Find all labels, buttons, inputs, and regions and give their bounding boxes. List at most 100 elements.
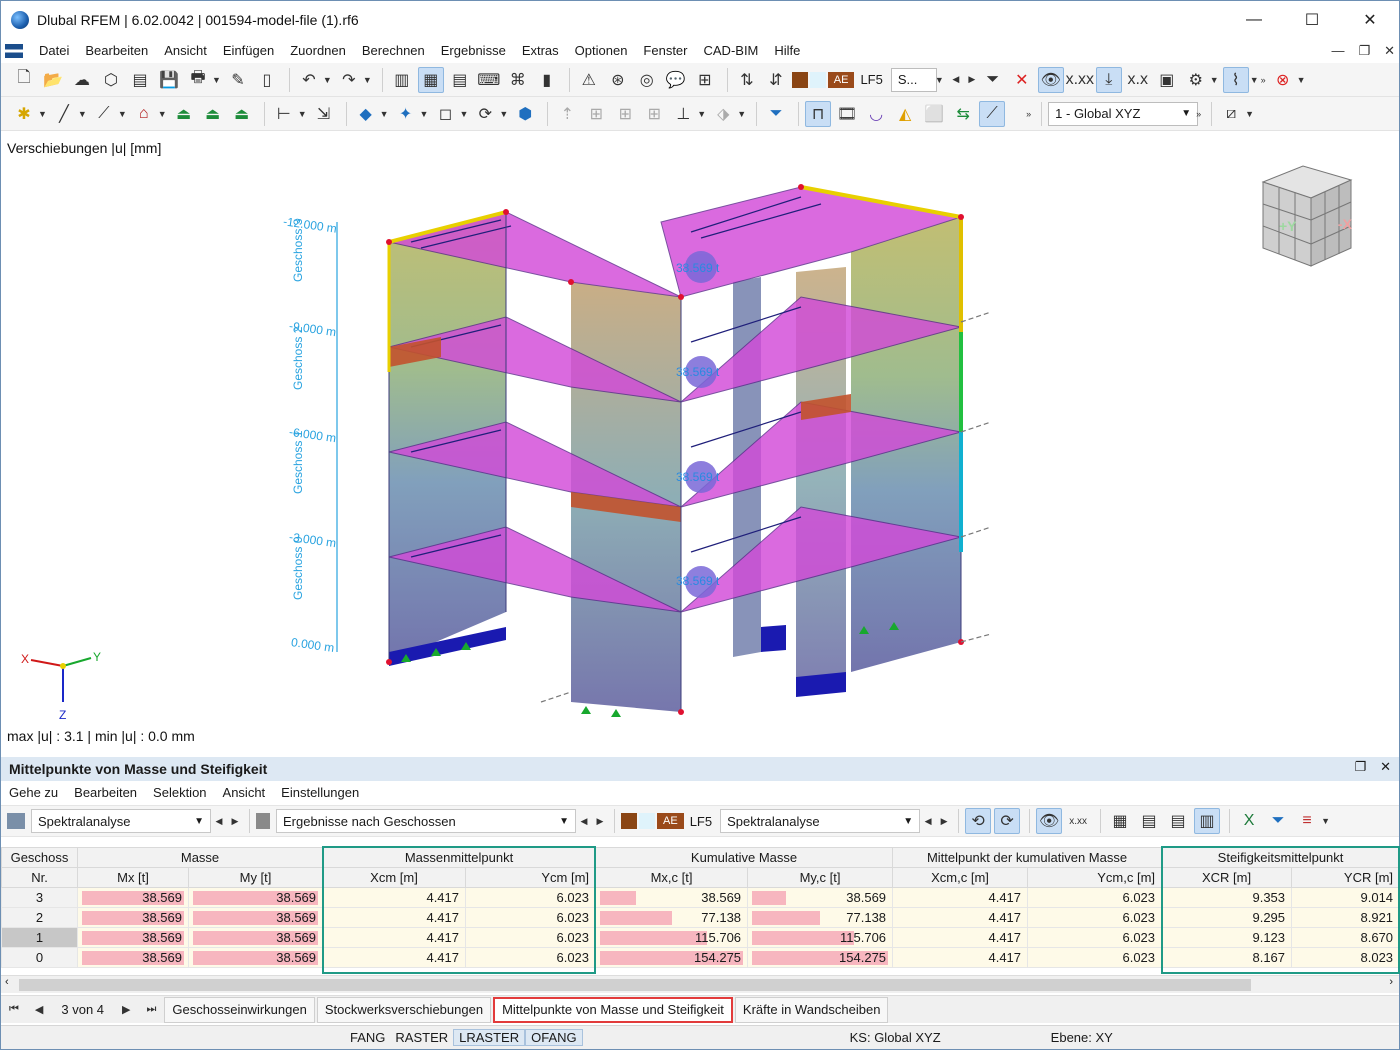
results-table[interactable]: Geschoss Masse Massenmittelpunkt Kumulat…	[1, 847, 1399, 973]
values-icon[interactable]: x.xx	[1065, 808, 1091, 834]
col-header-ycmc[interactable]: Ycm,c [m]	[1027, 867, 1163, 888]
loadcase-combo[interactable]: Spektralanalyse ▼	[720, 809, 921, 833]
print-icon[interactable]: 🖶	[185, 67, 211, 93]
cell-ycmc[interactable]: 6.023	[1027, 947, 1163, 968]
menu-ansicht[interactable]: Ansicht	[156, 39, 215, 63]
cell-xcr[interactable]: 9.123	[1161, 927, 1293, 948]
sort-up-icon[interactable]: ⇅	[734, 67, 760, 93]
cell-ycm[interactable]: 6.023	[465, 887, 597, 908]
cell-xcr[interactable]: 8.167	[1161, 947, 1293, 968]
diagram-icon[interactable]: ▥	[1194, 808, 1221, 834]
next-loadcase-button[interactable]: ▶	[936, 810, 952, 832]
view-settings-icon[interactable]: ⚙	[1183, 67, 1209, 93]
report-icon[interactable]: ✎	[225, 67, 251, 93]
cell-mxc[interactable]: 77.138	[595, 907, 749, 928]
cell-mxc[interactable]: 154.275	[595, 947, 749, 968]
next-page-icon[interactable]: ▶	[122, 1003, 130, 1016]
library-icon[interactable]: ▤	[127, 67, 153, 93]
sync-2-icon[interactable]: ⟳	[994, 808, 1021, 834]
script-icon[interactable]: ⌘	[505, 67, 531, 93]
show-in-model-icon[interactable]: 👁	[1036, 808, 1063, 834]
panel-restore-button[interactable]: ❐	[1354, 759, 1366, 775]
col-header-my[interactable]: My [t]	[187, 867, 324, 888]
cell-xcm[interactable]: 4.417	[322, 887, 467, 908]
scroll-left-icon[interactable]: ‹	[5, 976, 9, 988]
cancel-icon[interactable]: ⊗	[1270, 67, 1296, 93]
panel-icon[interactable]: ▤	[447, 67, 473, 93]
cell-ycr[interactable]: 8.670	[1291, 927, 1399, 948]
load-icon[interactable]: ◆	[353, 101, 379, 127]
line-icon[interactable]: ╱	[51, 101, 77, 127]
filter-icon[interactable]: ⏷	[1265, 808, 1291, 834]
model-blocks-icon[interactable]: ⬡	[98, 67, 124, 93]
cell-ycmc[interactable]: 6.023	[1027, 887, 1163, 908]
cell-xcm[interactable]: 4.417	[322, 947, 467, 968]
analysis-type-combo[interactable]: Spektralanalyse ▼	[31, 809, 211, 833]
cloud-icon[interactable]: ☁	[69, 67, 95, 93]
horizontal-scrollbar[interactable]: ‹ ›	[1, 975, 1399, 993]
results-bubble-icon[interactable]: 💬	[663, 67, 689, 93]
status-raster[interactable]: RASTER	[390, 1030, 453, 1045]
mdi-restore-button[interactable]: ❐	[1358, 39, 1370, 63]
cell-mxc[interactable]: 38.569	[595, 887, 749, 908]
cell-my[interactable]: 38.569	[187, 947, 324, 968]
first-page-icon[interactable]: ⏮	[9, 1003, 19, 1016]
grid-4-icon[interactable]: ⊞	[641, 101, 667, 127]
table-row[interactable]: 0 38.569 38.569 4.417 6.023 154.275 154.275 4.4…	[1, 947, 1399, 968]
calculator-icon[interactable]: ▮	[534, 67, 560, 93]
cell-mx[interactable]: 38.569	[77, 887, 189, 908]
new-file-icon[interactable]: 🗋	[11, 67, 37, 93]
next-analysis-button[interactable]: ▶	[227, 810, 243, 832]
next-results-button[interactable]: ▶	[592, 810, 608, 832]
values-icon[interactable]: x.xx	[1066, 67, 1094, 93]
status-ofang[interactable]: OFANG	[525, 1029, 583, 1046]
graphics-viewport[interactable]: Verschiebungen |u| [mm] -12.000 m -9.000…	[1, 132, 1399, 752]
panel-menu-selektion[interactable]: Selektion	[145, 785, 214, 800]
values-2-icon[interactable]: x.x	[1125, 67, 1151, 93]
cell-myc[interactable]: 154.275	[747, 947, 894, 968]
status-lraster[interactable]: LRASTER	[453, 1029, 526, 1046]
prev-analysis-button[interactable]: ◀	[211, 810, 227, 832]
tab-stockwerksverschiebungen[interactable]: Stockwerksverschiebungen	[316, 996, 492, 1023]
coordinate-icon[interactable]: ⊥	[670, 101, 696, 127]
col-header-mx[interactable]: Mx [t]	[77, 867, 189, 888]
cell-mxc[interactable]: 115.706	[595, 927, 749, 948]
cell-ycr[interactable]: 8.023	[1291, 947, 1399, 968]
scroll-right-icon[interactable]: ›	[1389, 976, 1393, 988]
overflow-1[interactable]: »	[1261, 75, 1266, 85]
line-results-icon[interactable]: ⌇	[1222, 66, 1249, 93]
excel-export-icon[interactable]: X	[1236, 808, 1262, 834]
sync-icon[interactable]: ⟲	[965, 808, 992, 834]
menu-datei[interactable]: Datei	[31, 39, 77, 63]
col-header-xcr[interactable]: XCR [m]	[1161, 867, 1293, 888]
load-2-icon[interactable]: ✦	[393, 101, 419, 127]
cell-ycr[interactable]: 9.014	[1291, 887, 1399, 908]
cell-xcr[interactable]: 9.295	[1161, 907, 1293, 928]
node-icon[interactable]: ✱	[11, 101, 37, 127]
col-header-xcmc[interactable]: Xcm,c [m]	[892, 867, 1029, 888]
cell-xcr[interactable]: 9.353	[1161, 887, 1293, 908]
cell-mx[interactable]: 38.569	[77, 927, 189, 948]
maximize-button[interactable]: ☐	[1283, 1, 1341, 39]
line-support-icon[interactable]: ⏏	[200, 101, 226, 127]
scroll-thumb[interactable]	[19, 979, 1251, 991]
loadcase-combo[interactable]: S...	[890, 67, 937, 92]
dimension-icon[interactable]: ⊢	[271, 101, 297, 127]
rotate-icon[interactable]: ⟳	[472, 101, 498, 127]
cell-my[interactable]: 38.569	[187, 887, 324, 908]
show-results-icon[interactable]: 👁	[1037, 66, 1064, 93]
cell-myc[interactable]: 77.138	[747, 907, 894, 928]
col-header-myc[interactable]: My,c [t]	[747, 867, 894, 888]
results-by-combo[interactable]: Ergebnisse nach Geschossen ▼	[276, 809, 576, 833]
last-page-icon[interactable]: ⏭	[147, 1003, 157, 1016]
next-loadcase-button[interactable]: ▶	[964, 69, 980, 91]
surface-icon[interactable]: ⌂	[131, 101, 157, 127]
prev-loadcase-button[interactable]: ◀	[948, 69, 964, 91]
panel-menu-ansicht[interactable]: Ansicht	[215, 785, 274, 800]
visibility-filter-icon[interactable]: ⏷	[763, 101, 789, 127]
cell-mx[interactable]: 38.569	[77, 907, 189, 928]
redo-icon[interactable]: ↷	[336, 67, 362, 93]
table-view-2-icon[interactable]: ▤	[1136, 808, 1162, 834]
surface-support-icon[interactable]: ⏏	[229, 101, 255, 127]
dimension-2-icon[interactable]: ⇲	[311, 101, 337, 127]
